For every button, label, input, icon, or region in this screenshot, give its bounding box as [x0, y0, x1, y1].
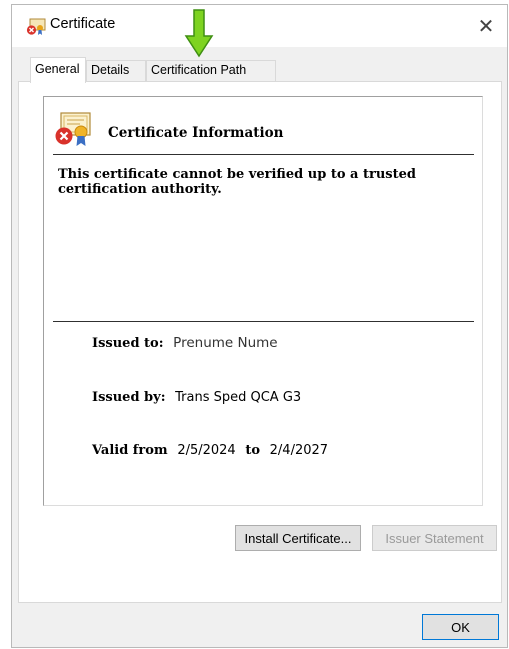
- tab-certification-path[interactable]: Certification Path: [146, 60, 276, 81]
- window-title: Certificate: [50, 16, 116, 32]
- valid-from-label: Valid from: [92, 443, 168, 458]
- install-certificate-button[interactable]: Install Certificate...: [235, 525, 361, 551]
- certificate-error-icon: [55, 112, 91, 146]
- verification-warning: This certificate cannot be verified up t…: [58, 167, 416, 197]
- issued-by-value: Trans Sped QCA G3: [175, 390, 302, 405]
- divider: [53, 154, 474, 155]
- issued-by-label: Issued by:: [92, 390, 166, 405]
- ok-button[interactable]: OK: [422, 614, 499, 640]
- valid-to-value: 2/4/2027: [269, 443, 329, 458]
- tab-general[interactable]: General: [30, 57, 86, 83]
- close-button[interactable]: ✕: [465, 5, 507, 47]
- validity-row: Valid from 2/5/2024 to 2/4/2027: [92, 442, 328, 458]
- certificate-dialog: Certificate ✕ General Details Certificat…: [11, 4, 508, 648]
- certificate-info-box: Certificate Information This certificate…: [43, 96, 483, 506]
- title-bar: Certificate ✕: [12, 5, 507, 47]
- issued-to-value: Prenume Nume: [173, 335, 278, 351]
- valid-to-label: to: [245, 443, 261, 458]
- certificate-info-heading: Certificate Information: [108, 125, 284, 141]
- issuer-statement-button[interactable]: Issuer Statement: [372, 525, 497, 551]
- divider: [53, 321, 474, 322]
- general-tab-panel: Certificate Information This certificate…: [18, 81, 502, 603]
- issued-to-row: Issued to: Prenume Nume: [92, 335, 278, 351]
- valid-from-value: 2/5/2024: [177, 443, 236, 458]
- issued-to-label: Issued to:: [92, 336, 164, 351]
- certificate-error-icon: [26, 18, 46, 35]
- tab-details[interactable]: Details: [86, 60, 146, 81]
- green-down-arrow-icon: [184, 9, 214, 58]
- issued-by-row: Issued by: Trans Sped QCA G3: [92, 389, 301, 405]
